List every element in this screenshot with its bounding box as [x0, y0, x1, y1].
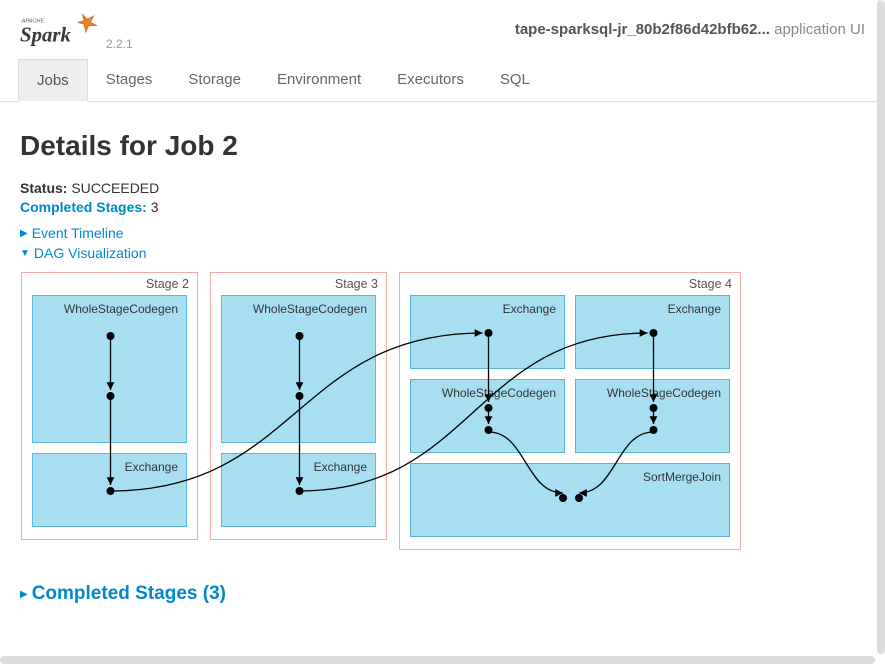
dag-node[interactable]: Exchange [410, 295, 565, 369]
dag-node-label: WholeStageCodegen [253, 302, 367, 316]
stage-label: Stage 2 [146, 277, 189, 291]
stage-box[interactable]: Stage 2 WholeStageCodegen Exchange [21, 272, 198, 540]
dag-node[interactable]: WholeStageCodegen [410, 379, 565, 453]
dag-node[interactable]: WholeStageCodegen [575, 379, 730, 453]
caret-right-icon: ▶ [20, 228, 28, 239]
version-label: 2.2.1 [106, 37, 133, 51]
app-suffix: application UI [774, 21, 865, 38]
dag-node[interactable]: Exchange [32, 453, 187, 527]
logo-area: APACHE Spark 2.2.1 [20, 8, 133, 51]
stage-column: WholeStageCodegen Exchange [32, 295, 187, 527]
completed-heading: Completed Stages (3) [32, 583, 226, 605]
completed-stages-toggle[interactable]: ▶ Completed Stages (3) [20, 583, 865, 605]
status-row: Status: SUCCEEDED [20, 180, 865, 196]
spark-logo-icon: APACHE Spark [20, 8, 100, 48]
page-title: Details for Job 2 [20, 130, 865, 162]
dag-node-label: WholeStageCodegen [442, 386, 556, 400]
status-value: SUCCEEDED [71, 180, 159, 196]
dag-node-label: Exchange [314, 460, 367, 474]
header: APACHE Spark 2.2.1 tape-sparksql-jr_80b2… [0, 0, 885, 51]
dag-visualization: Stage 2 WholeStageCodegen Exchange Stage 3 W… [20, 265, 865, 557]
stage-column: WholeStageCodegen Exchange [221, 295, 376, 527]
event-timeline-toggle[interactable]: ▶ Event Timeline [20, 225, 865, 241]
dag-container: Stage 2 WholeStageCodegen Exchange Stage 3 W… [21, 272, 864, 550]
horizontal-scrollbar[interactable] [0, 656, 875, 664]
stage-box[interactable]: Stage 4ExchangeWholeStageCodegenExchange… [399, 272, 741, 550]
dag-node-label: WholeStageCodegen [607, 386, 721, 400]
completed-stages-link[interactable]: Completed Stages: [20, 199, 147, 215]
tab-environment[interactable]: Environment [259, 59, 379, 101]
event-timeline-label: Event Timeline [32, 225, 124, 241]
dag-node-label: SortMergeJoin [643, 470, 721, 484]
svg-text:Spark: Spark [20, 24, 71, 47]
dag-node-label: Exchange [503, 302, 556, 316]
dag-node[interactable]: WholeStageCodegen [32, 295, 187, 443]
app-name: tape-sparksql-jr_80b2f86d42bfb62... [515, 21, 770, 38]
stage-column: Exchange WholeStageCodegen [575, 295, 730, 453]
dag-node[interactable]: Exchange [575, 295, 730, 369]
app-title: tape-sparksql-jr_80b2f86d42bfb62... appl… [515, 21, 865, 38]
stage-columns: Exchange WholeStageCodegen Exchange WholeSt… [410, 295, 730, 453]
stage-label: Stage 3 [335, 277, 378, 291]
dag-node-label: Exchange [125, 460, 178, 474]
caret-down-icon: ▼ [20, 248, 30, 259]
dag-node-label: Exchange [668, 302, 721, 316]
stage-columns: WholeStageCodegen Exchange [221, 295, 376, 527]
dag-node[interactable]: SortMergeJoin [410, 463, 730, 537]
tab-executors[interactable]: Executors [379, 59, 482, 101]
summary-list: Status: SUCCEEDED Completed Stages: 3 [20, 180, 865, 215]
completed-value: 3 [151, 199, 159, 215]
stage-box[interactable]: Stage 3 WholeStageCodegen Exchange [210, 272, 387, 540]
stage-column: Exchange WholeStageCodegen [410, 295, 565, 453]
vertical-scrollbar[interactable] [877, 0, 885, 654]
tab-jobs[interactable]: Jobs [18, 59, 88, 102]
caret-right-icon: ▶ [20, 589, 28, 600]
dag-node[interactable]: WholeStageCodegen [221, 295, 376, 443]
dag-viz-label: DAG Visualization [34, 245, 147, 261]
dag-node-label: WholeStageCodegen [64, 302, 178, 316]
stage-columns: WholeStageCodegen Exchange [32, 295, 187, 527]
tab-stages[interactable]: Stages [88, 59, 171, 101]
status-label: Status: [20, 180, 67, 196]
stage-label: Stage 4 [689, 277, 732, 291]
dag-node[interactable]: Exchange [221, 453, 376, 527]
completed-row: Completed Stages: 3 [20, 199, 865, 215]
dag-visualization-toggle[interactable]: ▼ DAG Visualization [20, 245, 865, 261]
content: Details for Job 2 Status: SUCCEEDED Comp… [0, 102, 885, 625]
tab-sql[interactable]: SQL [482, 59, 548, 101]
nav-tabs: JobsStagesStorageEnvironmentExecutorsSQL [0, 59, 885, 102]
tab-storage[interactable]: Storage [170, 59, 259, 101]
